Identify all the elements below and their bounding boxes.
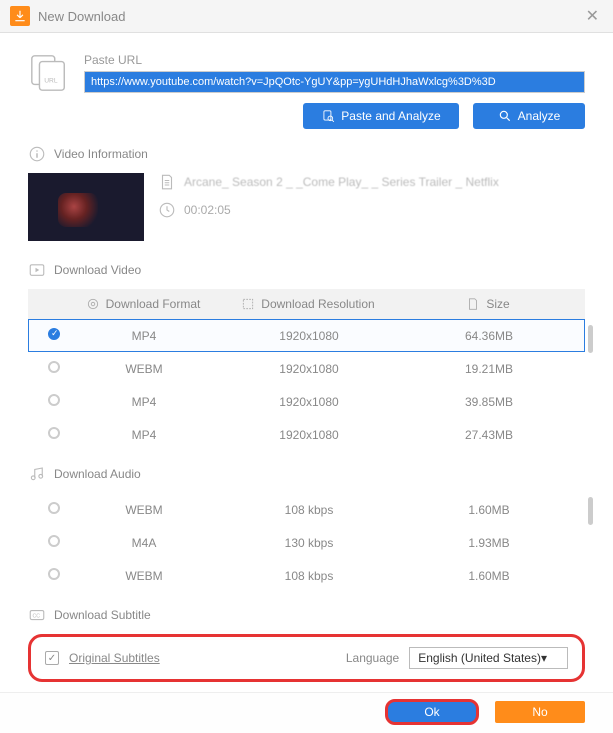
audio-table: WEBM 108 kbps 1.60MB M4A 130 kbps 1.93MB… <box>28 493 585 592</box>
row-radio[interactable] <box>48 361 60 373</box>
ok-button[interactable]: Ok <box>387 701 477 723</box>
video-thumbnail <box>28 173 144 241</box>
analyze-button[interactable]: Analyze <box>473 103 585 129</box>
download-audio-heading: Download Audio <box>28 465 585 483</box>
clock-icon <box>158 201 176 219</box>
svg-text:CC: CC <box>33 613 41 619</box>
size-icon <box>466 297 480 311</box>
search-icon <box>498 109 512 123</box>
row-radio[interactable] <box>48 394 60 406</box>
row-radio[interactable] <box>48 568 60 580</box>
cc-icon: CC <box>28 606 46 624</box>
original-subtitles-label[interactable]: Original Subtitles <box>69 651 160 665</box>
no-button[interactable]: No <box>495 701 585 723</box>
video-title: Arcane_ Season 2 _ _Come Play_ _ Series … <box>184 175 499 189</box>
download-subtitle-heading: CC Download Subtitle <box>28 606 585 624</box>
audio-row[interactable]: WEBM 108 kbps 1.60MB <box>28 559 585 592</box>
url-input[interactable] <box>84 71 585 93</box>
scrollbar[interactable] <box>588 497 593 525</box>
document-icon <box>158 173 176 191</box>
video-information-heading: Video Information <box>28 145 585 163</box>
video-row[interactable]: WEBM 1920x1080 19.21MB <box>28 352 585 385</box>
url-file-icon: URL <box>28 53 70 93</box>
svg-text:URL: URL <box>44 78 58 85</box>
clipboard-search-icon <box>321 109 335 123</box>
subtitle-options-highlighted: ✓ Original Subtitles Language English (U… <box>28 634 585 682</box>
row-radio[interactable] <box>48 502 60 514</box>
paste-and-analyze-button[interactable]: Paste and Analyze <box>303 103 459 129</box>
language-label: Language <box>346 651 399 665</box>
close-icon[interactable]: ✕ <box>582 6 603 26</box>
video-row[interactable]: MP4 1920x1080 64.36MB <box>28 319 585 352</box>
video-icon <box>28 261 46 279</box>
resolution-icon <box>241 297 255 311</box>
download-video-heading: Download Video <box>28 261 585 279</box>
paste-url-label: Paste URL <box>84 53 585 67</box>
audio-icon <box>28 465 46 483</box>
language-select[interactable]: English (United States) ▾ <box>409 647 568 669</box>
row-radio[interactable] <box>48 427 60 439</box>
video-table: Download Format Download Resolution Size… <box>28 289 585 451</box>
video-row[interactable]: MP4 1920x1080 27.43MB <box>28 418 585 451</box>
video-row[interactable]: MP4 1920x1080 39.85MB <box>28 385 585 418</box>
info-icon <box>28 145 46 163</box>
chevron-down-icon: ▾ <box>541 651 547 665</box>
audio-row[interactable]: WEBM 108 kbps 1.60MB <box>28 493 585 526</box>
original-subtitles-checkbox[interactable]: ✓ <box>45 651 59 665</box>
scrollbar[interactable] <box>588 325 593 353</box>
row-radio[interactable] <box>48 535 60 547</box>
audio-row[interactable]: M4A 130 kbps 1.93MB <box>28 526 585 559</box>
video-duration: 00:02:05 <box>184 203 231 217</box>
app-logo-icon <box>10 6 30 26</box>
row-radio[interactable] <box>48 328 60 340</box>
titlebar: New Download ✕ <box>0 0 613 33</box>
format-icon <box>86 297 100 311</box>
window-title: New Download <box>38 9 582 24</box>
